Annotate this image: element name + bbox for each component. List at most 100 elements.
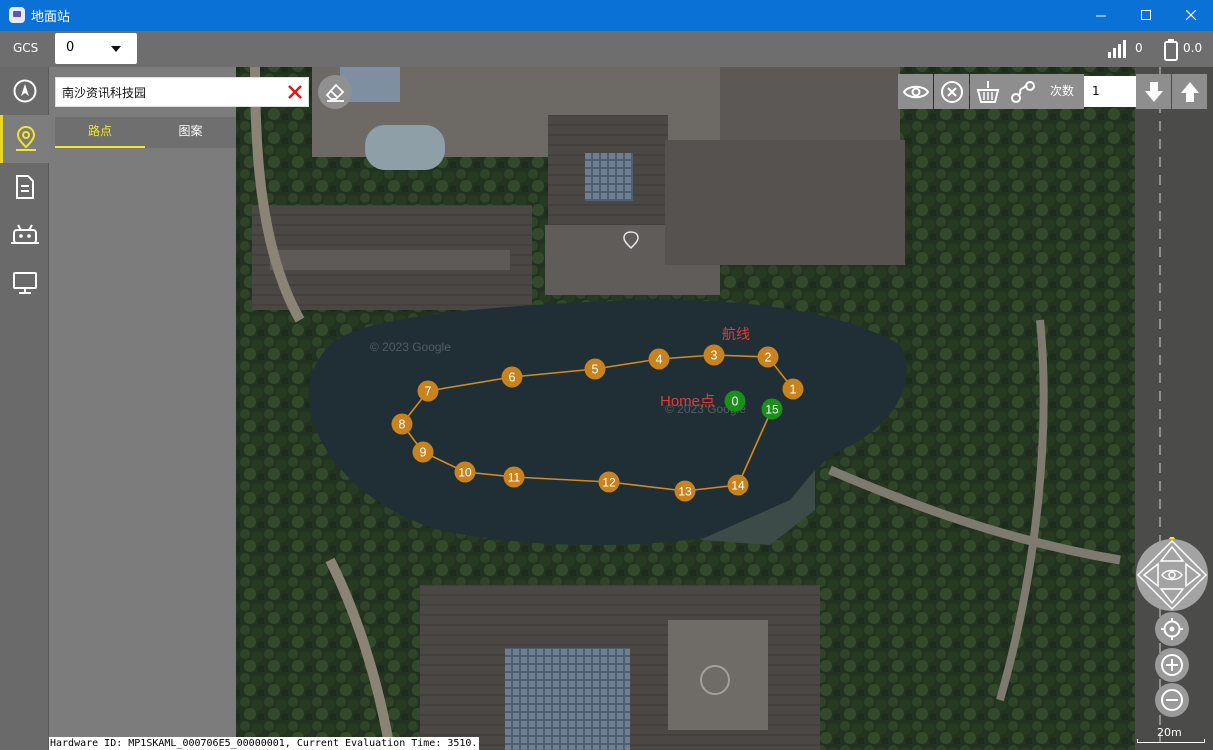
battery-icon	[1164, 39, 1178, 61]
waypoint-marker-12-label: 12	[602, 476, 616, 490]
waypoint-marker-12[interactable]: 12	[598, 471, 620, 493]
waypoint-marker-2-label: 2	[765, 351, 772, 365]
waypoint-marker-3-label: 3	[711, 349, 718, 363]
zoom-in-button[interactable]	[1155, 648, 1189, 682]
maximize-icon	[1140, 10, 1151, 20]
nav-item-display[interactable]	[0, 259, 49, 307]
maximize-button[interactable]	[1123, 0, 1169, 31]
map-scale-label: 20m	[1157, 726, 1182, 739]
waypoint-marker-14[interactable]: 14	[727, 474, 749, 496]
signal-strength-icon	[1108, 40, 1126, 58]
waypoint-marker-11-label: 11	[508, 471, 521, 485]
waypoint-marker-2[interactable]: 2	[757, 346, 779, 368]
satellite-map[interactable]: © 2023 Google © 2023 Google 0 1 2 3 4 5 6 7 8 9 10…	[236, 67, 1213, 750]
gcs-label: GCS	[13, 41, 39, 55]
waypoint-marker-1-label: 1	[790, 383, 797, 397]
eraser-button[interactable]	[318, 75, 352, 109]
nav-item-waypoints[interactable]	[0, 115, 49, 163]
clear-search-icon[interactable]	[287, 84, 303, 100]
locate-button[interactable]	[1155, 612, 1189, 646]
close-icon	[1185, 10, 1196, 21]
upload-button[interactable]	[1172, 74, 1207, 109]
waypoint-marker-4-label: 4	[656, 353, 663, 367]
tab-waypoints[interactable]: 路点	[55, 117, 145, 148]
building-east-block	[665, 140, 905, 265]
broom-basket-icon	[976, 80, 999, 103]
waypoint-marker-13-label: 13	[678, 485, 692, 499]
arrow-down-icon	[1144, 81, 1163, 102]
path-button[interactable]	[1005, 74, 1040, 109]
waypoint-marker-9[interactable]: 9	[412, 441, 434, 463]
waypoint-marker-10[interactable]: 10	[454, 461, 476, 483]
map-watermark: © 2023 Google	[370, 340, 451, 354]
minimize-button[interactable]	[1078, 0, 1124, 31]
waypoint-marker-8-label: 8	[399, 418, 406, 432]
map-scale-ruler	[1137, 739, 1205, 743]
show-route-button[interactable]	[898, 74, 933, 109]
title-bar: 地面站	[0, 0, 1213, 31]
waypoint-marker-3[interactable]: 3	[703, 344, 725, 366]
waypoint-marker-15[interactable]: 15	[761, 398, 783, 420]
crosshair-locate-icon	[1161, 618, 1183, 640]
plaza-fountain	[365, 125, 445, 170]
map-toolbar: 次数 1	[898, 74, 1208, 109]
monitor-icon	[12, 272, 37, 294]
home-point-marker-label: 0	[732, 395, 739, 409]
count-label: 次数	[1040, 74, 1084, 109]
waypoint-marker-7-label: 7	[425, 385, 432, 399]
home-label: Home点	[660, 393, 715, 410]
eye-icon	[902, 85, 929, 98]
map-canvas[interactable]: © 2023 Google © 2023 Google 012345678910…	[236, 67, 1213, 750]
vehicle-select-value: 0	[66, 40, 75, 55]
count-input[interactable]: 1	[1084, 76, 1136, 107]
building-south-glass-roof	[505, 648, 630, 750]
waypoint-marker-13[interactable]: 13	[674, 480, 696, 502]
robot-icon	[10, 224, 39, 244]
waypoint-marker-10-label: 10	[458, 466, 472, 480]
waypoint-side-panel	[49, 67, 236, 750]
side-panel-tabs: 路点 图案	[55, 117, 236, 148]
home-point-marker[interactable]: 0	[724, 390, 746, 412]
compass-icon	[13, 79, 36, 103]
waypoint-marker-9-label: 9	[420, 446, 427, 460]
close-button[interactable]	[1168, 0, 1213, 31]
waypoint-marker-6[interactable]: 6	[501, 366, 523, 388]
app-logo-icon	[9, 7, 25, 23]
place-search-value: 南沙资讯科技园	[62, 86, 147, 100]
map-scale-bar: 20m	[1135, 724, 1210, 744]
waypoint-marker-5[interactable]: 5	[584, 358, 606, 380]
minus-circle-icon	[1161, 689, 1183, 711]
vehicle-select[interactable]: 0	[55, 33, 137, 64]
waypoint-marker-11[interactable]: 11	[503, 466, 525, 488]
waypoint-marker-1[interactable]: 1	[782, 378, 804, 400]
clean-button[interactable]	[970, 74, 1005, 109]
building-west-roof-strip	[270, 250, 510, 270]
waypoint-marker-15-label: 15	[765, 403, 779, 417]
top-toolbar: GCS 0 0 0.0	[0, 31, 1213, 67]
glass-atrium	[585, 153, 633, 201]
minimize-icon	[1095, 15, 1106, 17]
building-south-roof-east	[668, 620, 768, 730]
tab-patterns[interactable]: 图案	[145, 117, 236, 148]
download-button[interactable]	[1136, 74, 1171, 109]
waypoint-marker-4[interactable]: 4	[648, 348, 670, 370]
circle-x-icon	[940, 80, 963, 103]
clear-route-button[interactable]	[934, 74, 969, 109]
route-label: 航线	[722, 327, 750, 343]
nav-item-log[interactable]	[0, 163, 49, 211]
signal-value: 0	[1135, 41, 1143, 55]
waypoint-marker-8[interactable]: 8	[391, 413, 413, 435]
route-path-icon	[1010, 80, 1035, 103]
zoom-out-button[interactable]	[1155, 683, 1189, 717]
waypoint-marker-7[interactable]: 7	[417, 380, 439, 402]
ground-station-app: 地面站 GCS 0 0 0.0 © 2023 Google © 2023 Goo…	[0, 0, 1213, 750]
plus-circle-icon	[1161, 654, 1183, 676]
nav-item-vehicle[interactable]	[0, 211, 49, 259]
place-search-input[interactable]: 南沙资讯科技园	[55, 77, 309, 107]
nav-item-flight[interactable]	[0, 67, 49, 115]
waypoint-map-pin-icon	[16, 125, 36, 151]
view-direction-pad[interactable]	[1135, 537, 1210, 612]
waypoint-marker-6-label: 6	[509, 371, 516, 385]
chevron-down-icon	[111, 46, 121, 52]
waypoint-marker-5-label: 5	[592, 363, 599, 377]
